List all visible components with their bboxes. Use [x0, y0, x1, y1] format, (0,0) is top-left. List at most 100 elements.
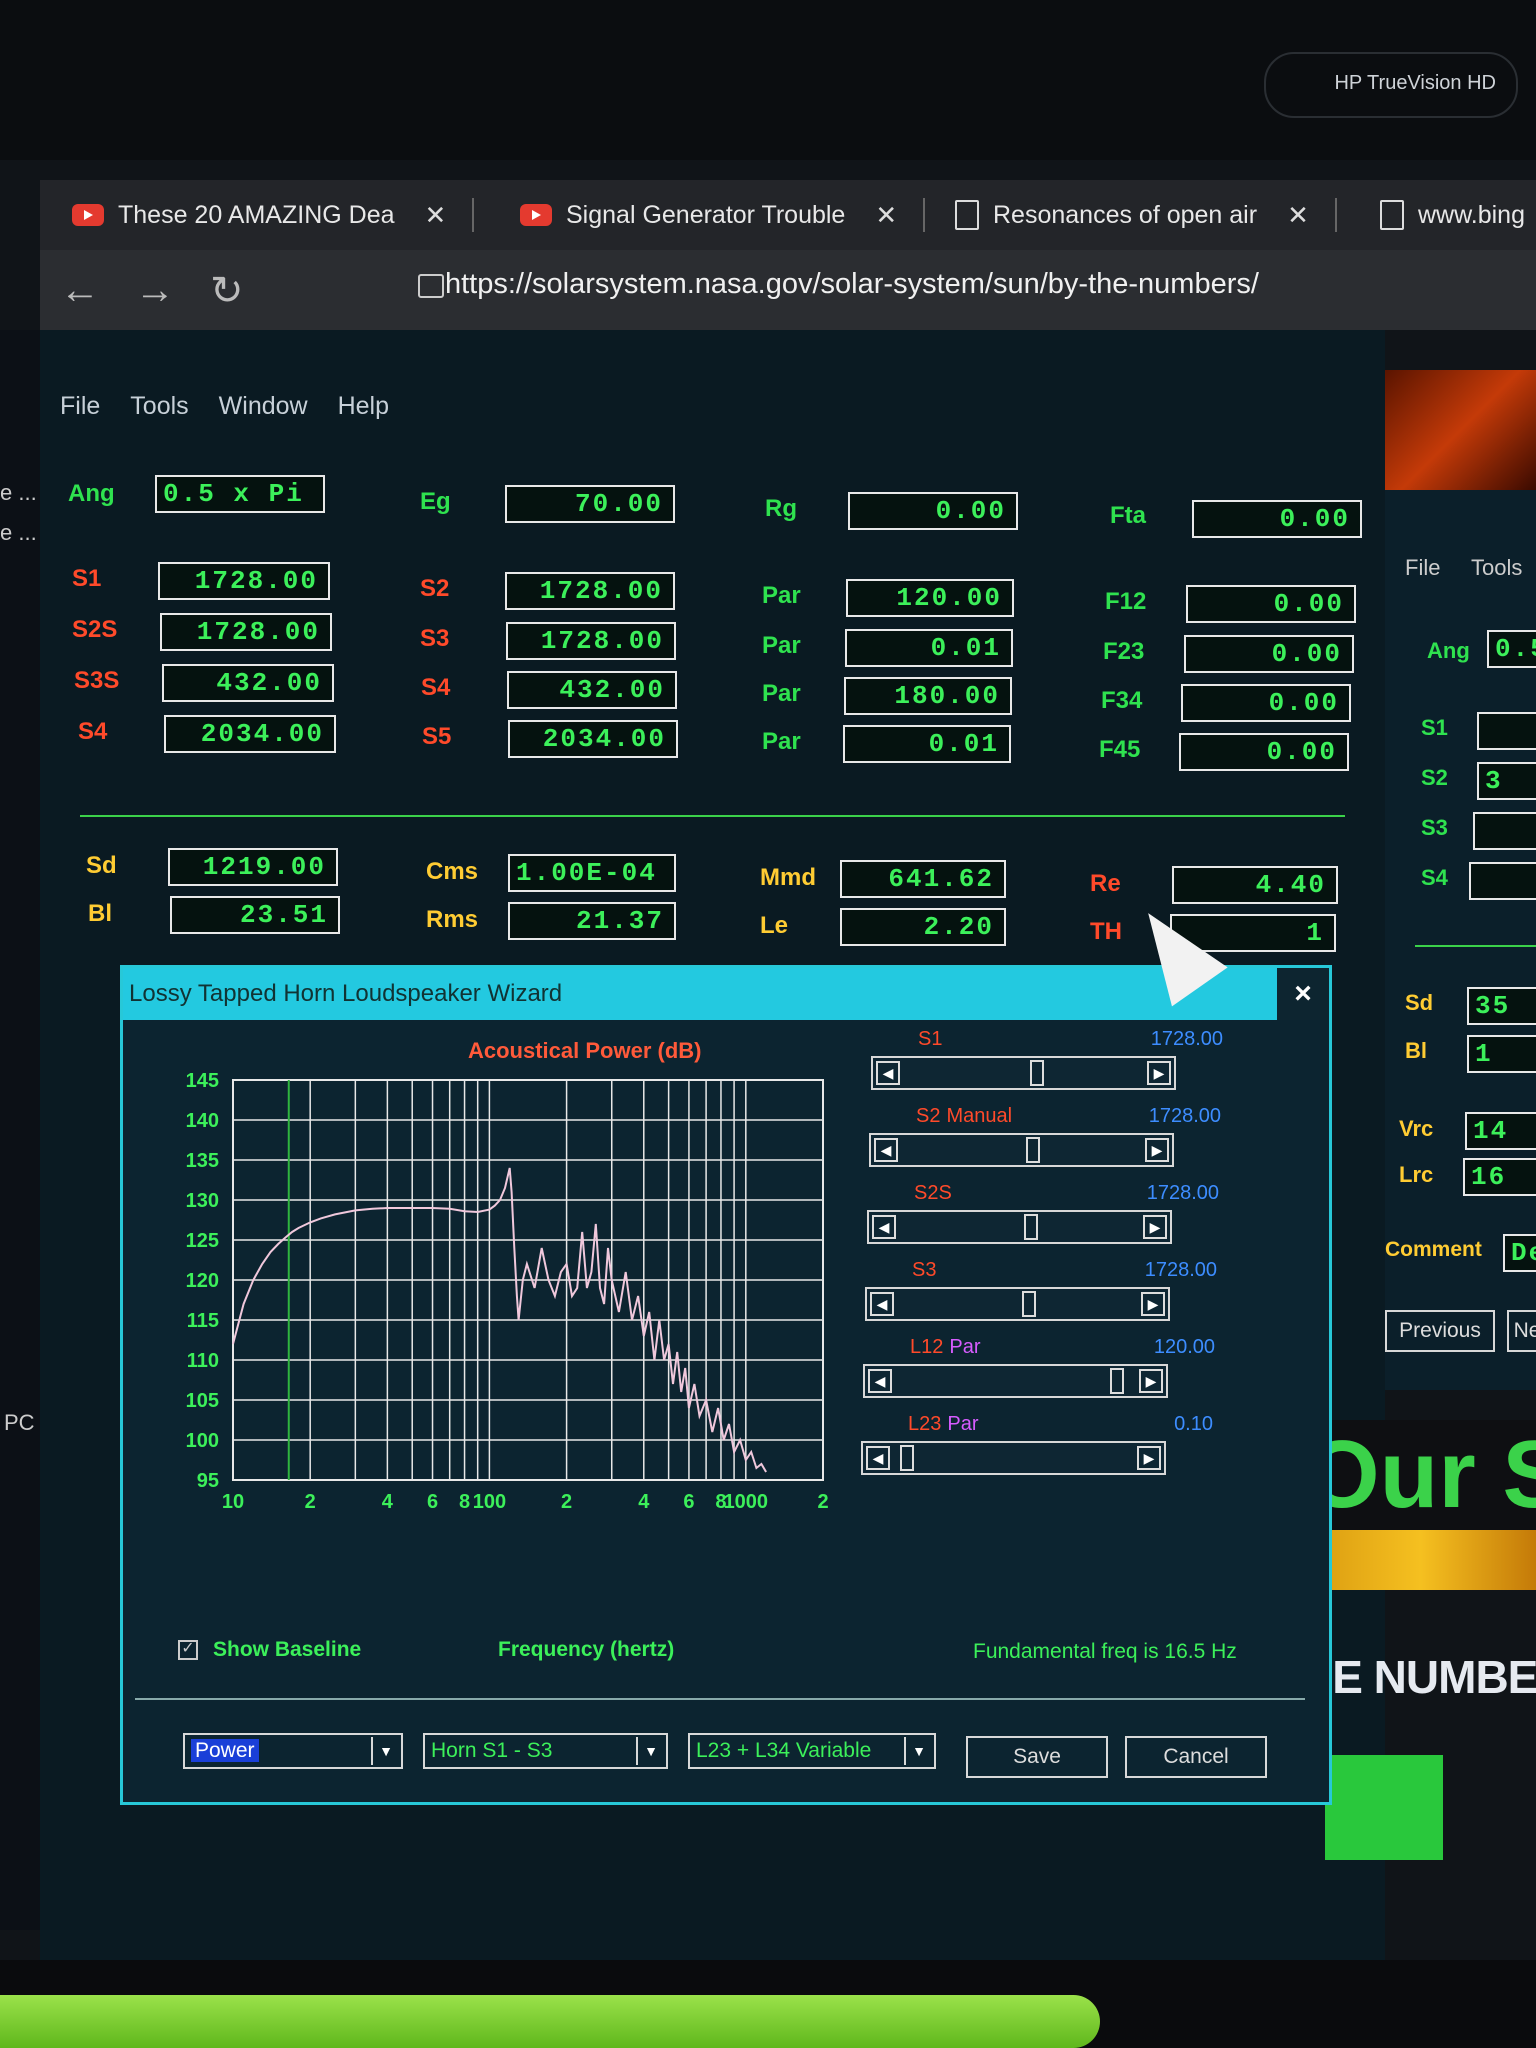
- param-field-rms[interactable]: 21.37: [508, 902, 676, 940]
- chevron-down-icon[interactable]: ▼: [636, 1737, 664, 1765]
- tab-bing[interactable]: www.bing: [1380, 190, 1525, 240]
- param-field-par1[interactable]: 120.00: [846, 579, 1014, 617]
- menu-help[interactable]: Help: [338, 392, 389, 421]
- section-divider: [1415, 945, 1536, 947]
- slider-thumb[interactable]: [899, 1445, 914, 1471]
- next-button[interactable]: Ne: [1507, 1310, 1536, 1352]
- horn-section-select[interactable]: Horn S1 - S3 ▼: [423, 1733, 668, 1769]
- param-field-lrc[interactable]: 16: [1463, 1158, 1536, 1196]
- menu-tools[interactable]: Tools: [130, 392, 188, 421]
- param-field-rg[interactable]: 0.00: [848, 492, 1018, 530]
- param-field-s1[interactable]: 1728.00: [158, 562, 330, 600]
- slider-thumb[interactable]: [1025, 1137, 1040, 1163]
- arrow-right-icon[interactable]: ▶: [1147, 1061, 1171, 1085]
- close-icon[interactable]: ✕: [875, 200, 897, 231]
- previous-button[interactable]: Previous: [1385, 1310, 1495, 1352]
- arrow-left-icon[interactable]: ◀: [876, 1061, 900, 1085]
- param-field-s2[interactable]: 1728.00: [505, 572, 675, 610]
- param-field-s3[interactable]: [1473, 812, 1536, 850]
- slider-thumb[interactable]: [1021, 1291, 1036, 1317]
- close-icon[interactable]: ✕: [1287, 200, 1309, 231]
- arrow-right-icon[interactable]: ▶: [1137, 1446, 1161, 1470]
- slider-s1[interactable]: ◀ ▶: [871, 1056, 1176, 1090]
- arrow-left-icon[interactable]: ◀: [866, 1446, 890, 1470]
- lock-icon: [418, 274, 444, 298]
- slider-s2[interactable]: ◀ ▶: [869, 1133, 1174, 1167]
- param-field-cms[interactable]: 1.00E-04: [508, 854, 676, 892]
- param-field-re[interactable]: 4.40: [1172, 866, 1338, 904]
- refresh-icon[interactable]: ↻: [210, 268, 244, 314]
- arrow-right-icon[interactable]: ▶: [1141, 1292, 1165, 1316]
- forward-arrow-icon[interactable]: →: [135, 268, 175, 313]
- variable-select[interactable]: L23 + L34 Variable ▼: [688, 1733, 936, 1769]
- menu-window[interactable]: Window: [219, 392, 308, 421]
- menu-tools[interactable]: Tools: [1471, 555, 1522, 581]
- param-field-par2[interactable]: 0.01: [845, 629, 1013, 667]
- menu-file[interactable]: File: [60, 392, 100, 421]
- arrow-right-icon[interactable]: ▶: [1145, 1138, 1169, 1162]
- param-field-s3s[interactable]: 432.00: [162, 664, 334, 702]
- param-field-s5[interactable]: 2034.00: [508, 720, 678, 758]
- arrow-left-icon[interactable]: ◀: [870, 1292, 894, 1316]
- close-icon[interactable]: ×: [1277, 968, 1329, 1020]
- close-icon[interactable]: ✕: [425, 200, 447, 231]
- slider-name: L23: [908, 1413, 942, 1435]
- param-field-f45[interactable]: 0.00: [1179, 733, 1349, 771]
- param-label-re: Re: [1090, 870, 1121, 897]
- cancel-button[interactable]: Cancel: [1125, 1736, 1267, 1778]
- param-field-s2[interactable]: 3: [1477, 762, 1536, 800]
- arrow-left-icon[interactable]: ◀: [874, 1138, 898, 1162]
- arrow-right-icon[interactable]: ▶: [1139, 1369, 1163, 1393]
- param-field-s4[interactable]: 2034.00: [164, 715, 336, 753]
- param-field-s1[interactable]: [1477, 712, 1536, 750]
- slider-s2s[interactable]: ◀ ▶: [867, 1210, 1172, 1244]
- param-field-s4b[interactable]: 432.00: [507, 671, 677, 709]
- param-field-par3[interactable]: 180.00: [844, 677, 1012, 715]
- param-field-sd[interactable]: 1219.00: [168, 848, 338, 886]
- url-field[interactable]: https://solarsystem.nasa.gov/solar-syste…: [445, 268, 1259, 301]
- param-field-s3[interactable]: 1728.00: [506, 622, 676, 660]
- tab-resonances[interactable]: Resonances of open air ✕: [955, 190, 1337, 240]
- param-field-f12[interactable]: 0.00: [1186, 585, 1356, 623]
- param-field-vrc[interactable]: 14: [1465, 1112, 1536, 1150]
- param-field-s4[interactable]: [1469, 862, 1536, 900]
- param-field-f34[interactable]: 0.00: [1181, 684, 1351, 722]
- param-field-par4[interactable]: 0.01: [843, 725, 1011, 763]
- slider-mode: Par: [947, 1413, 979, 1435]
- slider-s3[interactable]: ◀ ▶: [865, 1287, 1170, 1321]
- comment-field[interactable]: De: [1503, 1234, 1536, 1272]
- menu-file[interactable]: File: [1405, 555, 1440, 581]
- response-type-select[interactable]: Power ▼: [183, 1733, 403, 1769]
- slider-thumb[interactable]: [1023, 1214, 1038, 1240]
- tab-youtube-2[interactable]: Signal Generator Trouble ✕: [520, 190, 926, 240]
- show-baseline-checkbox[interactable]: ✓: [178, 1640, 198, 1660]
- param-field-f23[interactable]: 0.00: [1184, 635, 1354, 673]
- param-field-eg[interactable]: 70.00: [505, 485, 675, 523]
- param-field-ang[interactable]: 0.5: [1487, 630, 1536, 668]
- param-field-le[interactable]: 2.20: [840, 908, 1006, 946]
- back-arrow-icon[interactable]: ←: [60, 268, 100, 313]
- save-button[interactable]: Save: [966, 1736, 1108, 1778]
- y-tick-label: 125: [186, 1230, 219, 1252]
- param-field-ang[interactable]: 0.5 x Pi: [155, 475, 325, 513]
- param-label-eg: Eg: [420, 488, 451, 515]
- arrow-left-icon[interactable]: ◀: [872, 1215, 896, 1239]
- slider-l12[interactable]: ◀ ▶: [863, 1364, 1168, 1398]
- param-label-s2: S2: [420, 575, 450, 602]
- slider-l23[interactable]: ◀ ▶: [861, 1441, 1166, 1475]
- chevron-down-icon[interactable]: ▼: [371, 1737, 399, 1765]
- truncated-label: e ...: [0, 480, 37, 505]
- tab-youtube-1[interactable]: These 20 AMAZING Dea ✕: [72, 190, 475, 240]
- param-field-sd[interactable]: 35: [1467, 987, 1536, 1025]
- param-field-bl[interactable]: 23.51: [170, 896, 340, 934]
- arrow-left-icon[interactable]: ◀: [868, 1369, 892, 1393]
- slider-thumb[interactable]: [1030, 1060, 1045, 1086]
- chevron-down-icon[interactable]: ▼: [904, 1737, 932, 1765]
- green-marker-pen: [0, 1995, 1100, 2048]
- arrow-right-icon[interactable]: ▶: [1143, 1215, 1167, 1239]
- param-field-fta[interactable]: 0.00: [1192, 500, 1362, 538]
- param-field-bl[interactable]: 1: [1467, 1035, 1536, 1073]
- param-field-mmd[interactable]: 641.62: [840, 860, 1006, 898]
- param-field-s2s[interactable]: 1728.00: [160, 613, 332, 651]
- slider-thumb[interactable]: [1109, 1368, 1124, 1394]
